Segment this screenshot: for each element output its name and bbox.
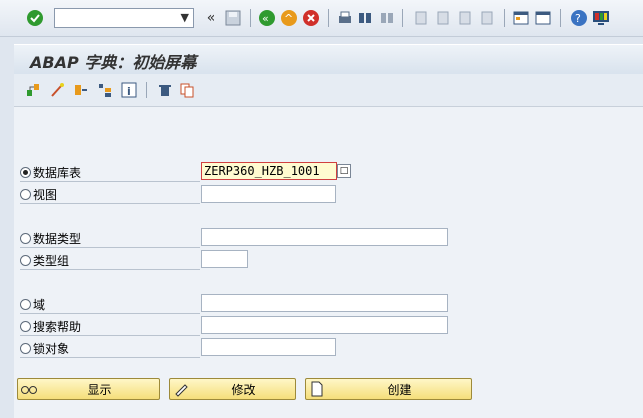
dropdown-icon[interactable]: ▼ bbox=[181, 11, 189, 24]
page-title: ABAP 字典：初始屏幕 bbox=[30, 53, 197, 72]
option-data-type[interactable]: 数据类型 bbox=[20, 229, 81, 247]
database-table-input[interactable]: ZERP360_HZB_1001 bbox=[201, 162, 337, 180]
option-label: 视图 bbox=[33, 187, 58, 202]
svg-text:?: ? bbox=[575, 12, 581, 25]
view-input[interactable] bbox=[201, 185, 336, 203]
svg-text:^: ^ bbox=[284, 12, 293, 25]
lock-object-input[interactable] bbox=[201, 338, 336, 356]
option-lock-object[interactable]: 锁对象 bbox=[20, 339, 69, 357]
new-document-icon bbox=[306, 379, 328, 399]
next-page-icon[interactable] bbox=[456, 9, 474, 27]
print-icon[interactable] bbox=[336, 9, 354, 27]
option-label: 数据库表 bbox=[33, 165, 82, 180]
create-button[interactable]: 创建 bbox=[305, 378, 472, 400]
option-label: 搜索帮助 bbox=[33, 319, 82, 334]
data-type-input[interactable] bbox=[201, 228, 448, 246]
customize-layout-icon[interactable] bbox=[592, 9, 610, 27]
back-double-icon[interactable]: « bbox=[202, 9, 220, 27]
delete-icon[interactable] bbox=[156, 81, 174, 99]
info-icon[interactable]: i bbox=[120, 81, 138, 99]
save-icon[interactable] bbox=[224, 9, 242, 27]
exit-icon[interactable]: ^ bbox=[280, 9, 298, 27]
radio-button[interactable] bbox=[20, 188, 31, 200]
option-search-help[interactable]: 搜索帮助 bbox=[20, 317, 81, 335]
enter-icon[interactable] bbox=[26, 9, 44, 27]
option-label: 锁对象 bbox=[33, 341, 70, 356]
radio-button[interactable] bbox=[20, 342, 31, 354]
radio-button[interactable] bbox=[20, 298, 31, 310]
search-help-input[interactable] bbox=[201, 316, 448, 334]
option-label: 类型组 bbox=[33, 253, 70, 268]
display-button-label: 显示 bbox=[87, 382, 112, 397]
where-used-icon[interactable] bbox=[96, 81, 114, 99]
create-button-label: 创建 bbox=[387, 382, 412, 397]
svg-text:«: « bbox=[262, 12, 269, 25]
last-page-icon[interactable] bbox=[478, 9, 496, 27]
new-session-icon[interactable] bbox=[512, 9, 530, 27]
svg-text:i: i bbox=[127, 85, 131, 98]
pencil-icon bbox=[170, 379, 192, 399]
title-bar: ABAP 字典：初始屏幕 bbox=[14, 44, 643, 75]
application-toolbar: i bbox=[14, 74, 643, 107]
change-button-label: 修改 bbox=[231, 382, 256, 397]
other-object-icon[interactable] bbox=[24, 81, 42, 99]
find-next-icon[interactable] bbox=[378, 9, 396, 27]
shortcut-icon[interactable] bbox=[534, 9, 552, 27]
radio-button[interactable] bbox=[20, 232, 31, 244]
back-icon[interactable]: « bbox=[258, 9, 276, 27]
option-type-group[interactable]: 类型组 bbox=[20, 251, 69, 269]
option-label: 域 bbox=[33, 297, 46, 312]
activate-icon[interactable] bbox=[72, 81, 90, 99]
find-icon[interactable] bbox=[356, 9, 374, 27]
option-view[interactable]: 视图 bbox=[20, 185, 57, 203]
value-help-icon[interactable]: □ bbox=[337, 164, 351, 178]
display-button[interactable]: 显示 bbox=[17, 378, 160, 400]
radio-button[interactable] bbox=[20, 320, 31, 332]
radio-button[interactable] bbox=[20, 254, 31, 266]
cancel-icon[interactable] bbox=[302, 9, 320, 27]
change-button[interactable]: 修改 bbox=[169, 378, 296, 400]
main-area: 数据库表 ZERP360_HZB_1001 □ 视图 数据类型 类型组 域 搜索… bbox=[14, 107, 643, 418]
check-icon[interactable] bbox=[48, 81, 66, 99]
standard-toolbar: ▼ « « ^ ? bbox=[0, 0, 643, 37]
help-icon[interactable]: ? bbox=[570, 9, 588, 27]
first-page-icon[interactable] bbox=[412, 9, 430, 27]
glasses-icon bbox=[18, 379, 40, 399]
option-database-table[interactable]: 数据库表 bbox=[20, 163, 81, 181]
option-domain[interactable]: 域 bbox=[20, 295, 45, 313]
option-label: 数据类型 bbox=[33, 231, 82, 246]
command-field[interactable]: ▼ bbox=[54, 8, 194, 28]
domain-input[interactable] bbox=[201, 294, 448, 312]
prev-page-icon[interactable] bbox=[434, 9, 452, 27]
radio-button[interactable] bbox=[20, 166, 31, 178]
type-group-input[interactable] bbox=[201, 250, 248, 268]
copy-icon[interactable] bbox=[178, 81, 196, 99]
